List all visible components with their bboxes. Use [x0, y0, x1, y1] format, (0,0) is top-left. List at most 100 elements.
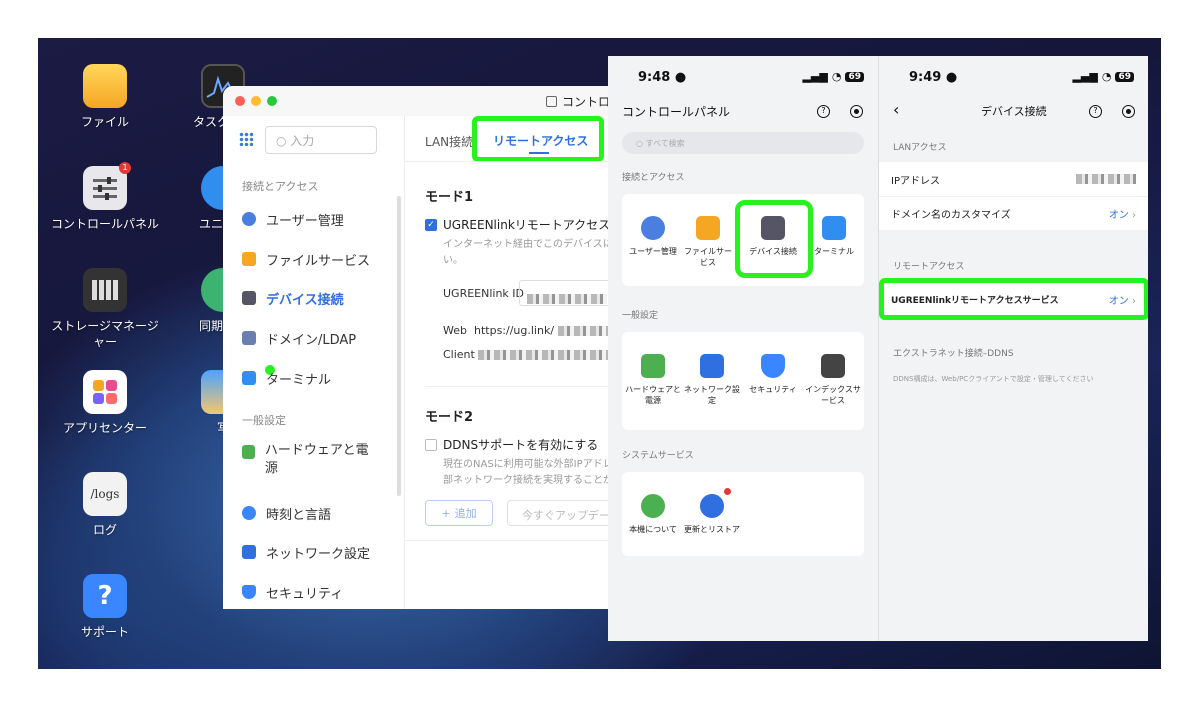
grid-label: 本機について [629, 525, 677, 534]
sidebar-item-network-settings[interactable]: ネットワーク設定 [242, 541, 370, 563]
wifi-icon: ◔ [831, 70, 842, 83]
battery-icon [641, 354, 665, 378]
sidebar-item-user-management[interactable]: ユーザー管理 [242, 208, 344, 230]
window-title: コントロ [546, 93, 610, 110]
desktop-icon-storage-manager[interactable]: ストレージマネージャー [50, 268, 160, 350]
phone-device-connection-screen: 9:49 ● ▂▄▆ ◔ 69 ‹ デバイス接続 ? LANアクセス IPアドレ… [878, 56, 1148, 641]
user-icon [242, 212, 256, 226]
lan-section-title: LANアクセス [893, 143, 947, 153]
grid-label: インデックスサービス [805, 385, 861, 405]
phone1-search-input[interactable]: ○ すべて検索 [622, 132, 864, 154]
mode2-checkbox-label: DDNSサポートを有効にする [443, 438, 599, 452]
clock-icon [242, 506, 256, 520]
mode1-description: インターネット経由でこのデバイスにい。 [443, 239, 613, 266]
chevron-right-icon: › [1132, 210, 1136, 221]
sidebar-item-label: ファイルサービス [266, 253, 371, 269]
desktop-icon-label: ログ [92, 523, 117, 537]
grid-terminal[interactable]: ターミナル [804, 216, 864, 257]
shield-icon [242, 585, 256, 599]
sidebar-item-domain-ldap[interactable]: ドメイン/LDAP [242, 327, 356, 349]
battery-icon: 69 [1115, 71, 1134, 82]
person-icon: ● [674, 70, 687, 85]
extranet-section-title: エクストラネット接続–DDNS [893, 349, 1014, 359]
domain-customize-value: オン [1108, 210, 1129, 221]
add-button[interactable]: + 追加 [425, 500, 493, 526]
update-badge [724, 488, 731, 495]
grid-security[interactable]: セキュリティ [742, 354, 804, 395]
notification-badge: 1 [119, 162, 131, 174]
search-icon: ○ [276, 134, 291, 148]
mode2-checkbox[interactable] [425, 438, 437, 451]
desktop-icon-logs[interactable]: /logs ログ [50, 472, 160, 538]
record-icon[interactable] [1122, 105, 1135, 118]
remote-section-title: リモートアクセス [893, 262, 965, 272]
minimize-dot[interactable] [251, 96, 261, 106]
close-dot[interactable] [235, 96, 245, 106]
battery-icon [242, 445, 255, 459]
control-panel-window: コントロ ○ 入力 接続とアクセス ユーザー管理 ファイルサービス デバイス接続… [223, 86, 643, 609]
refresh-icon [700, 494, 724, 518]
status-time-text: 9:48 [638, 70, 671, 85]
search-icon: ○ [636, 139, 646, 148]
phone1-title: コントロールパネル [622, 105, 731, 119]
apps-grid-icon[interactable] [239, 132, 253, 146]
grid-label: 更新とリストア [684, 525, 740, 534]
desktop-icon-support[interactable]: ? サポート [50, 574, 160, 640]
domain-icon [242, 331, 256, 345]
sidebar-item-label: デバイス接続 [266, 292, 344, 308]
sidebar-scrollbar[interactable] [397, 196, 401, 496]
search-input[interactable]: ○ 入力 [265, 126, 377, 154]
help-icon: ? [83, 574, 127, 618]
grid-update-restore[interactable]: 更新とリストア [681, 494, 743, 535]
sidebar-item-label: セキュリティ [266, 586, 344, 602]
sidebar-item-device-connection[interactable]: デバイス接続 [242, 287, 344, 309]
grid-label: ハードウェアと電源 [625, 385, 681, 405]
search-placeholder: 入力 [290, 134, 315, 148]
back-icon[interactable]: ‹ [893, 100, 899, 119]
network-icon [700, 354, 724, 378]
desktop-background: ファイル タスクマネ 1 コントロールパネル ユニバー ストレージマネージャー … [38, 38, 1161, 669]
grid-about[interactable]: 本機について [622, 494, 684, 535]
wifi-icon: ◔ [1101, 70, 1112, 83]
sidebar-item-hardware-power[interactable]: ハードウェアと電源 [242, 442, 372, 478]
sidebar-item-label: ハードウェアと電源 [264, 443, 369, 476]
window-controls [235, 96, 277, 106]
desktop-icon-files[interactable]: ファイル [50, 64, 160, 130]
domain-customize-row[interactable]: ドメイン名のカスタマイズ オン › [879, 196, 1148, 230]
sidebar-item-file-services[interactable]: ファイルサービス [242, 248, 370, 270]
desktop-icon-label: アプリセンター [62, 421, 147, 435]
redacted-id [527, 293, 607, 304]
desktop-icon-app-center[interactable]: アプリセンター [50, 370, 160, 436]
desktop-icon-control-panel[interactable]: 1 コントロールパネル [50, 162, 160, 232]
grid-label: ファイルサービス [684, 247, 732, 267]
grid-user-management[interactable]: ユーザー管理 [622, 216, 684, 257]
mode2-checkbox-row[interactable]: DDNSサポートを有効にする [425, 436, 598, 453]
desktop-icon-label: ストレージマネージャー [51, 319, 159, 349]
highlight-ugreenlink-remote [879, 278, 1148, 320]
desktop-icon-label: コントロールパネル [50, 217, 159, 231]
tab-lan[interactable]: LAN接続 [425, 133, 473, 150]
window-titlebar: コントロ [223, 86, 643, 116]
help-icon[interactable]: ? [1089, 105, 1102, 118]
update-now-label: 今すぐアップデー [522, 509, 610, 522]
maximize-dot[interactable] [267, 96, 277, 106]
grid-index-service[interactable]: インデックスサービス [802, 354, 864, 406]
device-icon [242, 291, 256, 305]
help-icon[interactable]: ? [817, 105, 830, 118]
mode1-checkbox-row[interactable]: ✓ UGREENlinkリモートアクセスサ [425, 216, 622, 233]
mode1-checkbox[interactable]: ✓ [425, 218, 437, 231]
sidebar-item-security[interactable]: セキュリティ [242, 581, 343, 603]
web-url[interactable]: https://ug.link/ [474, 324, 554, 337]
grid-label: ネットワーク設定 [684, 385, 740, 405]
mode2-description: 現在のNASに利用可能な外部IPアドレ部ネットワーク接続を実現することが [443, 459, 613, 486]
ddns-description: DDNS構成は、Web/PCクライアントで設定・管理してください [893, 375, 1094, 383]
sidebar-item-time-language[interactable]: 時刻と言語 [242, 502, 331, 524]
grid-file-services[interactable]: ファイルサービス [681, 216, 735, 268]
sidebar-item-label: 時刻と言語 [266, 507, 332, 523]
window-title-text: コントロ [562, 95, 611, 109]
record-icon[interactable] [850, 105, 863, 118]
sidebar-item-terminal[interactable]: ターミナル [242, 367, 331, 389]
grid-network-settings[interactable]: ネットワーク設定 [681, 354, 743, 406]
client-label: Client [443, 348, 475, 361]
grid-hardware-power[interactable]: ハードウェアと電源 [622, 354, 684, 406]
